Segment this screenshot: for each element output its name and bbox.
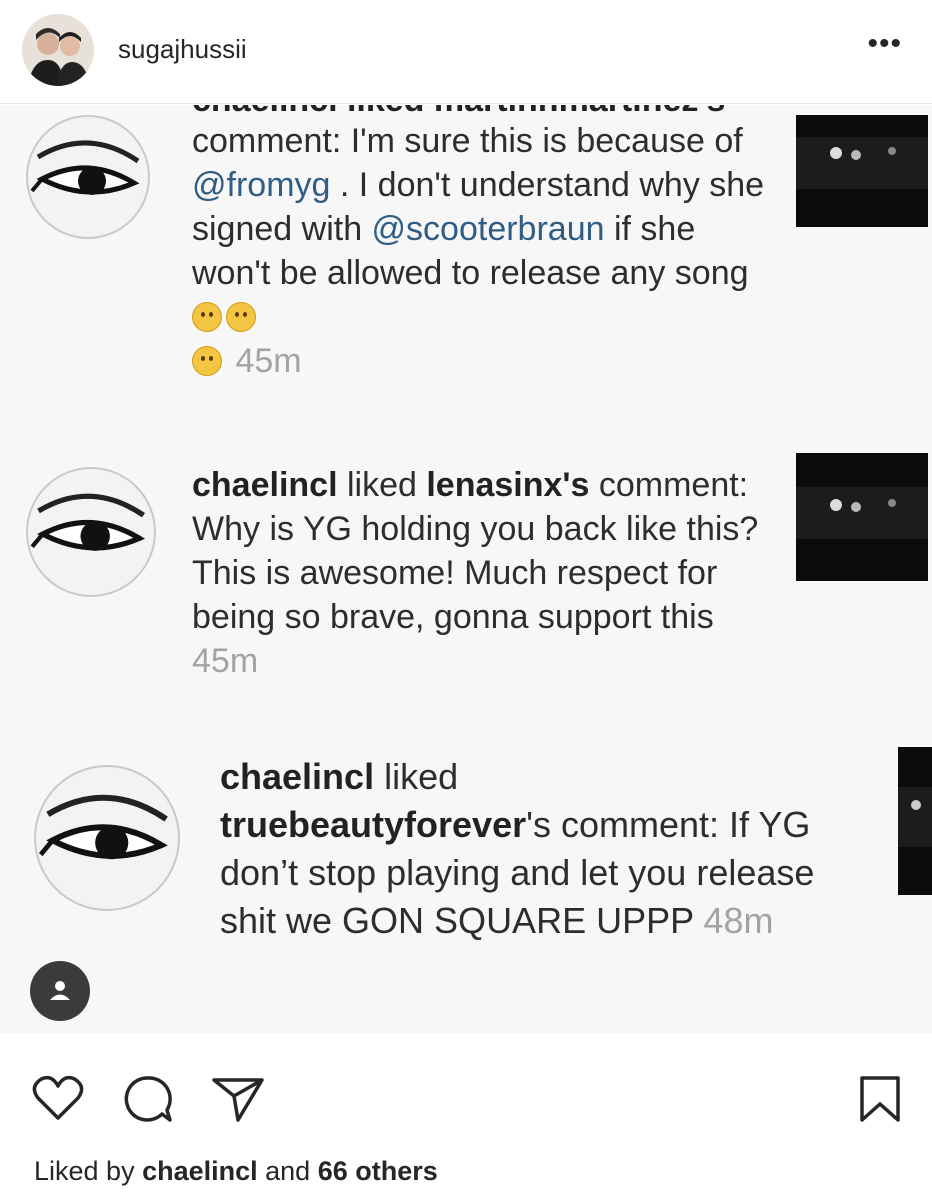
commenter-username[interactable]: lenasinx's [426, 466, 589, 504]
commenter-username[interactable]: truebeautyforever [220, 804, 526, 845]
mention-link[interactable]: @fromyg [192, 166, 330, 204]
post-image[interactable]: chaelincl liked martinnmartinez's commen… [0, 105, 932, 1033]
eye-profile-picture [34, 765, 180, 911]
post-actions: Liked by chaelincl and 66 others [0, 1034, 932, 1200]
post-header: sugajhussii ••• [0, 0, 932, 104]
post-thumbnail [796, 453, 928, 581]
emoji-icon [192, 302, 222, 332]
eye-profile-picture [26, 115, 150, 239]
notification-text: chaelincl liked lenasinx's comment: Why … [192, 466, 759, 680]
notification-item: chaelincl liked lenasinx's comment: Why … [0, 445, 932, 705]
notification-time: 45m [235, 342, 302, 380]
liked-by-username[interactable]: chaelincl [142, 1156, 258, 1186]
more-options-icon[interactable]: ••• [867, 29, 902, 59]
tagged-people-icon[interactable] [30, 961, 90, 1021]
notification-header-cut: chaelincl liked martinnmartinez's [192, 105, 772, 119]
share-icon[interactable] [210, 1074, 266, 1129]
comment-icon[interactable] [122, 1074, 174, 1129]
notification-time: 45m [192, 642, 259, 680]
post-username[interactable]: sugajhussii [118, 34, 247, 65]
profile-avatar[interactable] [22, 14, 94, 86]
mention-link[interactable]: @scooterbraun [372, 210, 605, 248]
notification-item: chaelincl liked martinnmartinez's commen… [0, 105, 932, 425]
bookmark-icon[interactable] [858, 1074, 902, 1129]
thinking-emoji-icon [226, 302, 256, 332]
notification-time: 48m [703, 900, 774, 941]
notification-item: chaelincl liked truebeautyforever's comm… [0, 743, 932, 1033]
weary-emoji-icon [192, 346, 222, 376]
post-thumbnail [796, 115, 928, 227]
heart-icon[interactable] [32, 1074, 84, 1127]
liked-by-count[interactable]: 66 others [318, 1156, 438, 1186]
notification-text: chaelincl liked truebeautyforever's comm… [220, 756, 815, 941]
post-thumbnail [898, 747, 932, 895]
notification-text: chaelincl liked martinnmartinez's commen… [192, 105, 772, 383]
notification-username[interactable]: chaelincl [220, 756, 374, 797]
eye-profile-picture [26, 467, 156, 597]
notification-username[interactable]: chaelincl [192, 466, 338, 504]
likes-summary[interactable]: Liked by chaelincl and 66 others [34, 1156, 438, 1187]
